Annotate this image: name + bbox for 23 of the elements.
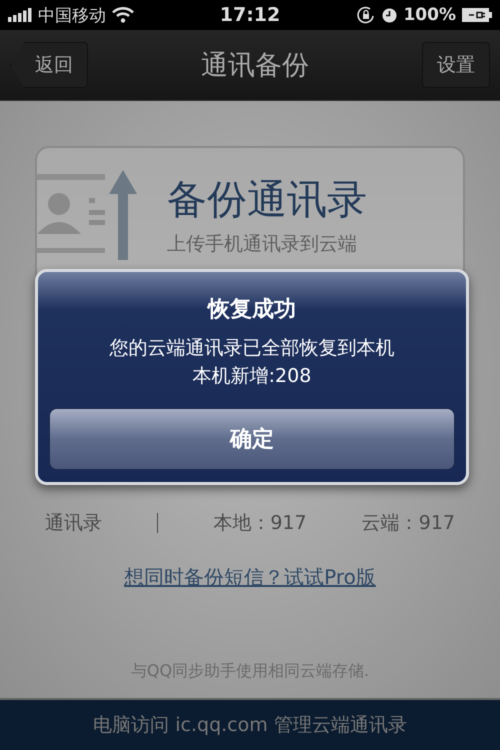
settings-button[interactable]: 设置 bbox=[422, 42, 490, 88]
battery-percent: 100% bbox=[403, 5, 456, 25]
pro-version-link[interactable]: 想同时备份短信？试试Pro版 bbox=[124, 564, 376, 591]
action-card[interactable]: 备份通讯录 上传手机通讯录到云端 bbox=[37, 148, 463, 280]
signal-icon bbox=[8, 8, 32, 22]
stats-label: 通讯录 bbox=[45, 511, 102, 536]
carrier-name: 中国移动 bbox=[38, 4, 106, 26]
page-title: 通讯备份 bbox=[201, 49, 309, 83]
wifi-icon bbox=[112, 7, 134, 23]
battery-charging-icon bbox=[462, 8, 492, 22]
back-button[interactable]: 返回 bbox=[10, 42, 88, 88]
local-count: 本地：917 bbox=[213, 511, 307, 536]
action-title: 备份通讯录 bbox=[167, 176, 367, 224]
cloud-count: 云端：917 bbox=[362, 511, 455, 536]
alarm-clock-icon bbox=[382, 8, 398, 22]
alert-message: 您的云端通讯录已全部恢复到本机 bbox=[110, 336, 394, 361]
alert-title: 恢复成功 bbox=[208, 296, 296, 324]
confirm-button[interactable]: 确定 bbox=[49, 408, 455, 470]
alert-message: 本机新增:208 bbox=[192, 364, 312, 389]
action-subtitle: 上传手机通讯录到云端 bbox=[167, 232, 358, 256]
clock-time: 17:12 bbox=[220, 4, 280, 26]
footer-text: 电脑访问 ic.qq.com 管理云端通讯录 bbox=[93, 713, 407, 738]
rotation-lock-icon bbox=[356, 5, 376, 25]
